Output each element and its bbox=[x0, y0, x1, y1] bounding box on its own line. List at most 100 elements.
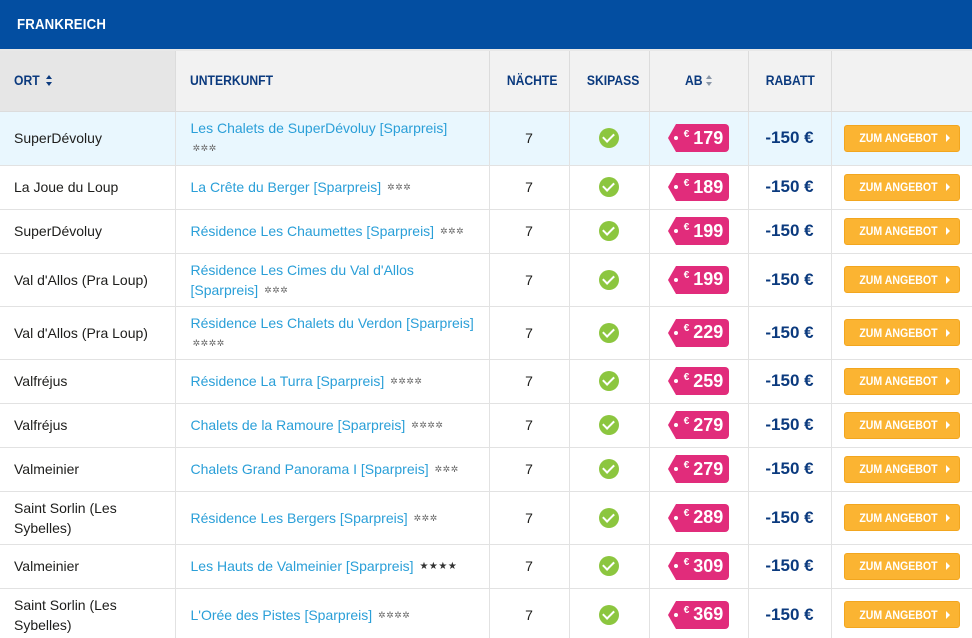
price-tag-hole bbox=[673, 612, 678, 617]
offer-button[interactable]: ZUM ANGEBOT bbox=[843, 367, 960, 395]
cell-action: ZUM ANGEBOT bbox=[831, 447, 972, 492]
price-tag: €289 bbox=[667, 503, 730, 532]
column-header-rabatt-label: RABATT bbox=[765, 73, 815, 89]
cell-ort: Valfréjus bbox=[0, 403, 176, 448]
location-name: Val d'Allos (Pra Loup) bbox=[14, 324, 148, 341]
column-header-action bbox=[831, 49, 972, 112]
column-header-unterkunft-label: UNTERKUNFT bbox=[189, 73, 273, 89]
cell-action: ZUM ANGEBOT bbox=[831, 209, 972, 254]
region-title: FRANKREICH bbox=[17, 16, 107, 33]
table-row: Saint Sorlin (Les Sybelles) L'Orée des Pi… bbox=[0, 588, 972, 638]
accommodation-link[interactable]: L'Orée des Pistes [Sparpreis] bbox=[191, 607, 373, 623]
price-tag-hole bbox=[673, 136, 678, 140]
cell-naechte: 7 bbox=[489, 359, 570, 404]
price-amount: 259 bbox=[693, 370, 724, 391]
offer-button[interactable]: ZUM ANGEBOT bbox=[843, 173, 960, 201]
cell-rabatt: -150 € bbox=[748, 544, 832, 589]
cell-action: ZUM ANGEBOT bbox=[831, 306, 972, 360]
price-currency: € bbox=[683, 556, 690, 568]
accommodation-link[interactable]: Résidence Les Bergers [Sparpreis] bbox=[191, 510, 408, 526]
cell-action: ZUM ANGEBOT bbox=[831, 111, 972, 166]
price-tag-hole bbox=[673, 423, 678, 427]
check-icon bbox=[599, 459, 619, 479]
offer-button-label: ZUM ANGEBOT bbox=[859, 374, 938, 388]
accommodation-link[interactable]: Les Hauts de Valmeinier [Sparpreis] bbox=[191, 558, 414, 574]
location-name: Valmeinier bbox=[14, 558, 80, 574]
check-icon bbox=[599, 604, 619, 625]
location-name: Valmeinier bbox=[14, 461, 80, 477]
cell-rabatt: -150 € bbox=[748, 111, 832, 166]
cell-action: ZUM ANGEBOT bbox=[831, 544, 972, 589]
cell-naechte: 7 bbox=[489, 111, 570, 166]
price-currency: € bbox=[683, 128, 690, 140]
cell-skipass bbox=[569, 253, 650, 307]
cell-skipass bbox=[569, 544, 650, 589]
discount-value: -150 € bbox=[765, 177, 814, 196]
cell-ort: Val d'Allos (Pra Loup) bbox=[0, 306, 176, 360]
sort-icon[interactable] bbox=[706, 75, 713, 87]
offer-button[interactable]: ZUM ANGEBOT bbox=[843, 455, 960, 483]
offer-button[interactable]: ZUM ANGEBOT bbox=[843, 601, 960, 628]
column-header-ab[interactable]: AB bbox=[649, 49, 749, 112]
check-icon bbox=[599, 269, 619, 290]
arrow-right-icon bbox=[945, 421, 950, 429]
cell-ab: €199 bbox=[649, 253, 749, 307]
star-rating: ✲✲✲✲ bbox=[390, 376, 423, 386]
cell-skipass bbox=[569, 403, 650, 448]
arrow-right-icon bbox=[945, 328, 950, 337]
arrow-right-icon bbox=[945, 275, 950, 284]
accommodation-link[interactable]: Résidence Les Chalets du Verdon [Sparpre… bbox=[191, 315, 474, 331]
cell-action: ZUM ANGEBOT bbox=[831, 491, 972, 545]
cell-ab: €279 bbox=[649, 403, 749, 448]
table-header-row: ORT UNTERKUNFT NÄCHTE SKIPASS AB RABATT bbox=[0, 49, 972, 112]
cell-skipass bbox=[569, 447, 650, 492]
offer-button[interactable]: ZUM ANGEBOT bbox=[843, 552, 960, 580]
cell-naechte: 7 bbox=[489, 403, 570, 448]
price-amount: 189 bbox=[693, 176, 724, 197]
offer-button-label: ZUM ANGEBOT bbox=[859, 131, 938, 145]
accommodation-link[interactable]: Résidence Les Cimes du Val d'Allos [Spar… bbox=[191, 262, 414, 298]
cell-skipass bbox=[569, 111, 650, 166]
cell-ort: SuperDévoluy bbox=[0, 209, 176, 254]
cell-action: ZUM ANGEBOT bbox=[831, 588, 972, 638]
accommodation-link[interactable]: Résidence Les Chaumettes [Sparpreis] bbox=[191, 223, 435, 239]
offer-button[interactable]: ZUM ANGEBOT bbox=[843, 411, 960, 439]
price-tag: €229 bbox=[667, 318, 730, 347]
nights-value: 7 bbox=[525, 223, 533, 239]
price-amount: 199 bbox=[693, 269, 724, 289]
cell-rabatt: -150 € bbox=[748, 253, 832, 307]
price-currency: € bbox=[683, 508, 690, 519]
price-tag-hole bbox=[673, 277, 678, 282]
nights-value: 7 bbox=[525, 417, 533, 433]
offer-button[interactable]: ZUM ANGEBOT bbox=[843, 319, 960, 346]
accommodation-link[interactable]: Chalets Grand Panorama I [Sparpreis] bbox=[191, 461, 429, 477]
nights-value: 7 bbox=[525, 373, 533, 389]
accommodation-link[interactable]: Les Chalets de SuperDévoluy [Sparpreis] bbox=[191, 120, 448, 136]
sort-icon[interactable] bbox=[45, 75, 53, 87]
offer-button[interactable]: ZUM ANGEBOT bbox=[843, 266, 960, 293]
check-icon bbox=[599, 128, 619, 148]
cell-ab: €189 bbox=[649, 165, 749, 210]
cell-ort: Valmeinier bbox=[0, 544, 176, 589]
table-row: La Joue du Loup La Crête du Berger [Sparp… bbox=[0, 165, 972, 210]
offer-button[interactable]: ZUM ANGEBOT bbox=[843, 217, 960, 245]
cell-unterkunft: Les Hauts de Valmeinier [Sparpreis] ★★★★ bbox=[175, 544, 490, 589]
cell-naechte: 7 bbox=[489, 491, 570, 545]
column-header-ort-label: ORT bbox=[14, 73, 40, 89]
region-header: FRANKREICH bbox=[0, 0, 972, 49]
accommodation-link[interactable]: Résidence La Turra [Sparpreis] bbox=[191, 373, 385, 389]
accommodation-link[interactable]: Chalets de la Ramoure [Sparpreis] bbox=[191, 417, 406, 433]
cell-skipass bbox=[569, 165, 650, 210]
offer-button[interactable]: ZUM ANGEBOT bbox=[843, 504, 960, 531]
price-tag: €309 bbox=[667, 552, 730, 580]
cell-ab: €369 bbox=[649, 588, 749, 638]
arrow-right-icon bbox=[945, 134, 950, 142]
arrow-right-icon bbox=[945, 183, 950, 191]
accommodation-link[interactable]: La Crête du Berger [Sparpreis] bbox=[191, 179, 382, 195]
check-icon bbox=[599, 177, 619, 197]
cell-naechte: 7 bbox=[489, 165, 570, 210]
column-header-ort[interactable]: ORT bbox=[0, 49, 176, 112]
offer-button[interactable]: ZUM ANGEBOT bbox=[843, 124, 960, 152]
arrow-right-icon bbox=[945, 562, 950, 570]
table-row: Saint Sorlin (Les Sybelles) Résidence Les… bbox=[0, 491, 972, 545]
